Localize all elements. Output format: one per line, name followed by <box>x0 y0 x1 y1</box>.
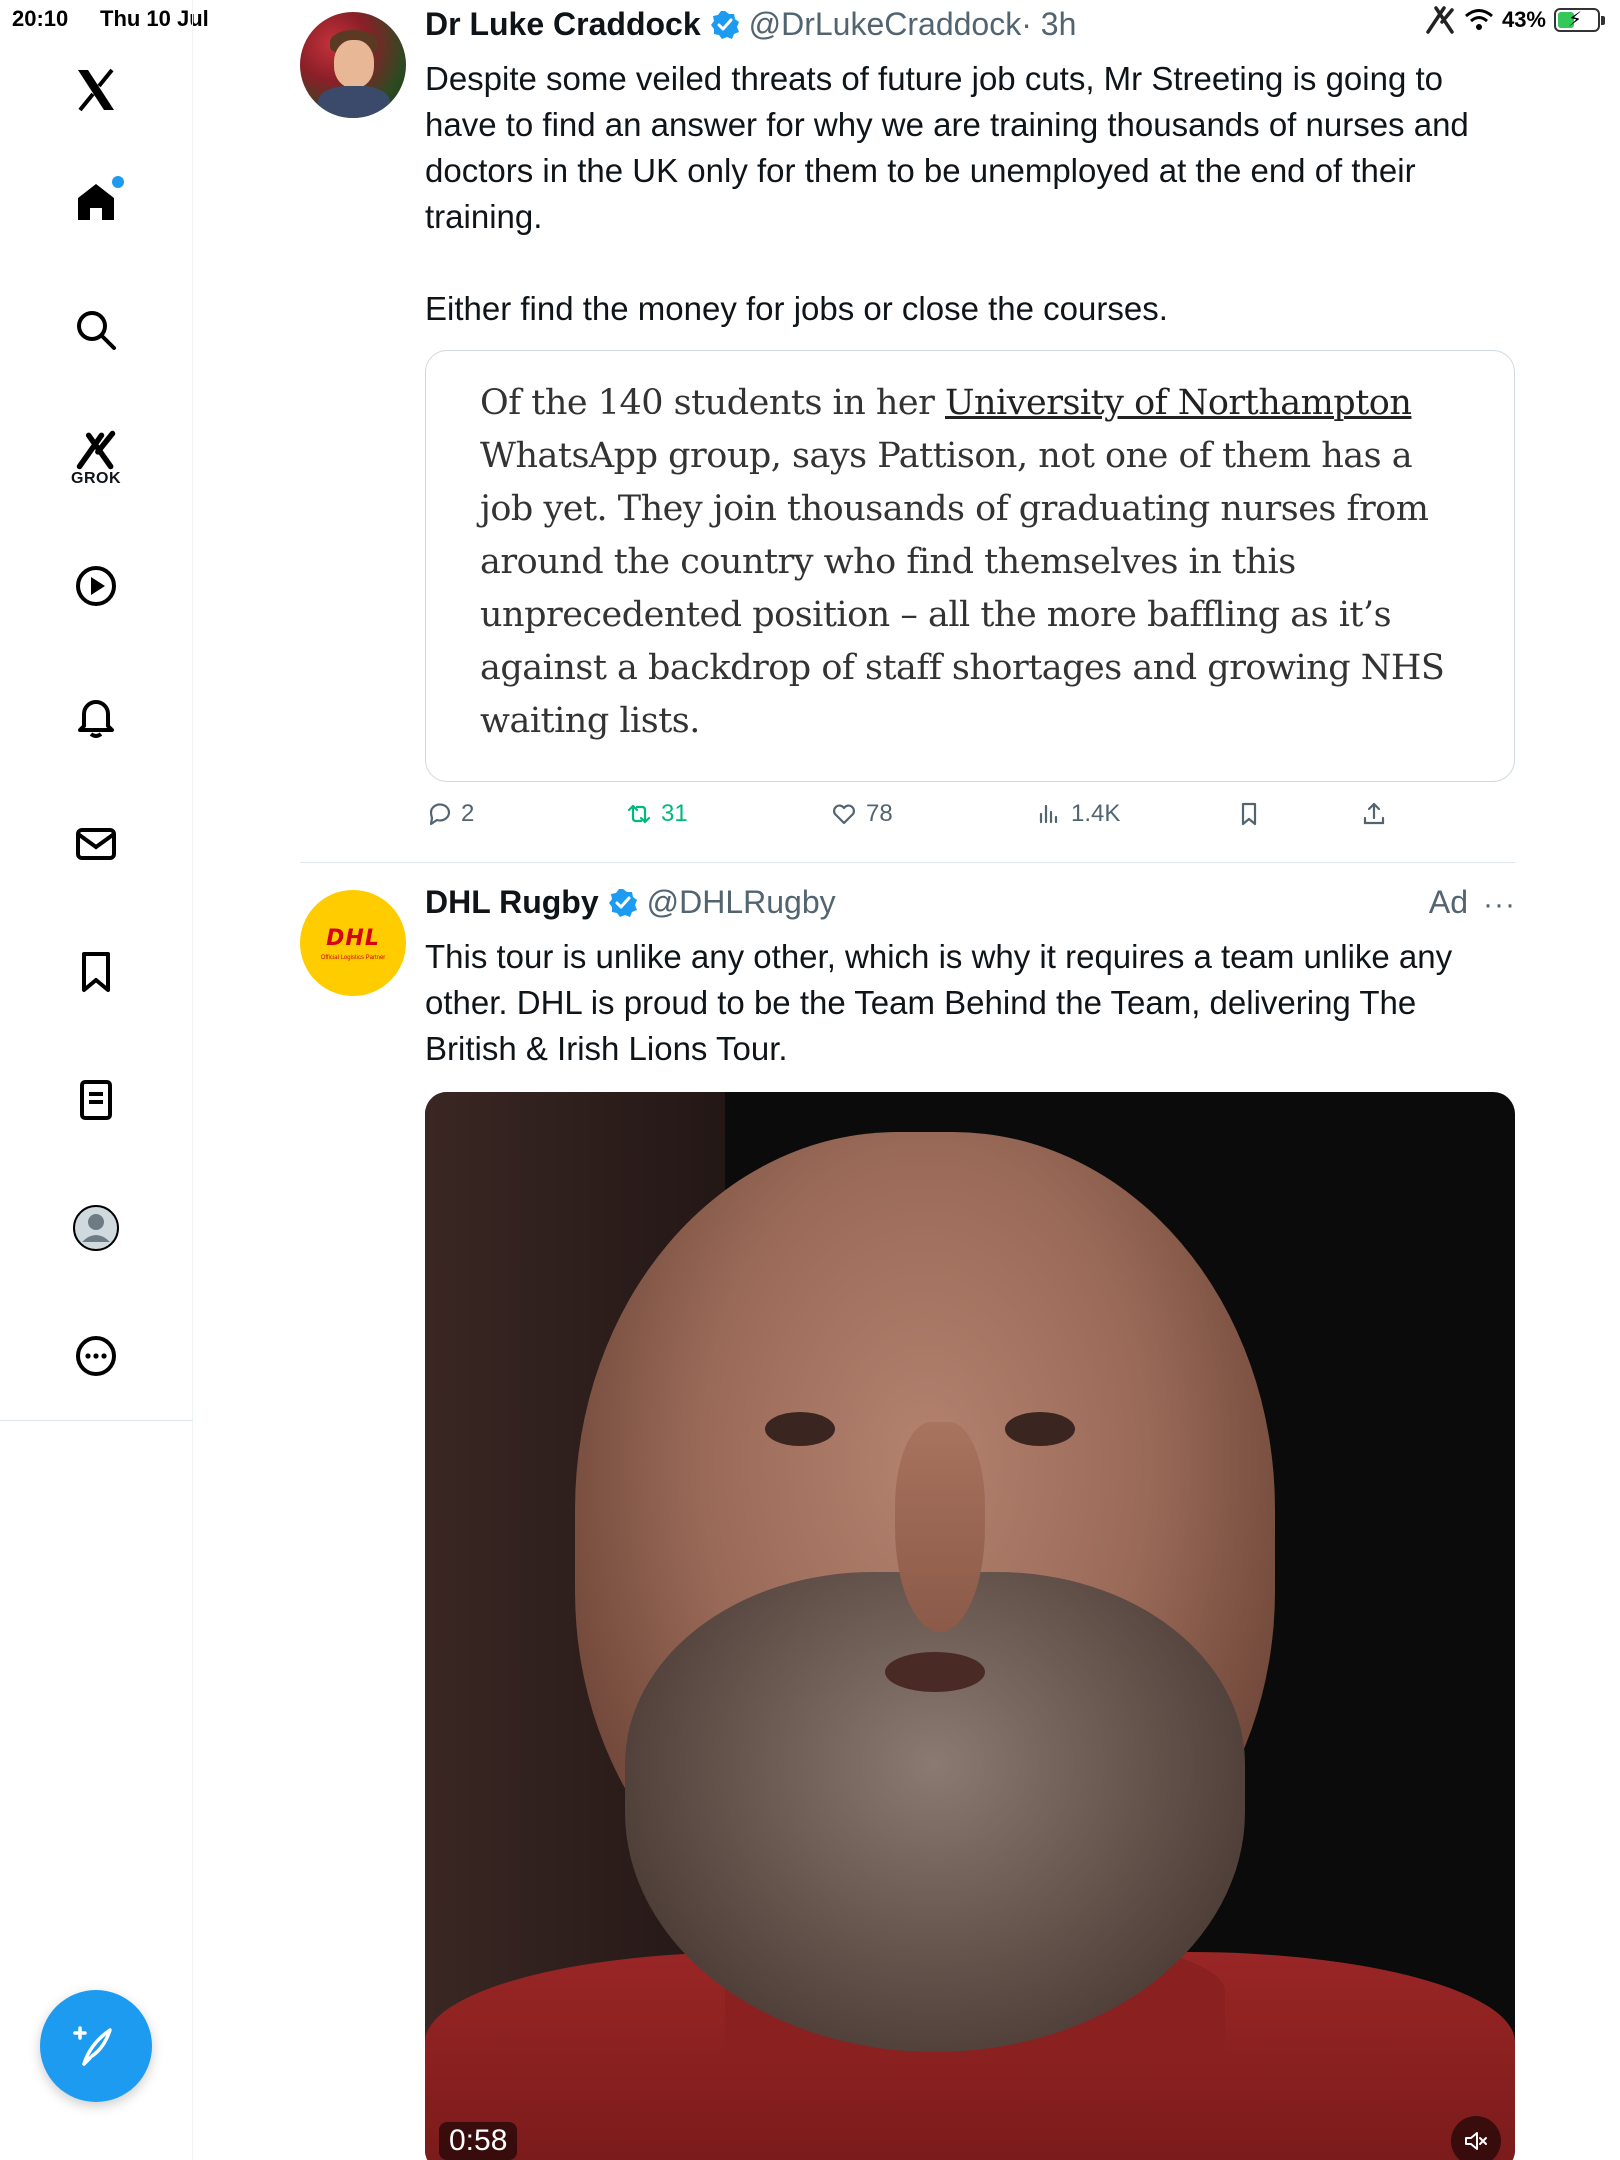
video-player[interactable]: 0:58 <box>425 1092 1515 2160</box>
author-handle[interactable]: @DrLukeCraddock <box>749 6 1022 43</box>
x-logo-icon[interactable] <box>62 56 130 124</box>
quote-text-part: WhatsApp group, says Pattison, not one o… <box>480 436 1445 741</box>
tweet-text-line: This tour is unlike any other, which is … <box>425 938 1453 975</box>
repost-button[interactable]: 31 <box>625 800 688 828</box>
tweet-text-line: doctors in the UK only for them to be un… <box>425 152 1416 189</box>
muted-speaker-icon <box>1465 2132 1487 2150</box>
avatar[interactable] <box>300 12 406 118</box>
dhl-tagline: Official Logistics Partner <box>320 954 386 961</box>
ad-label: Ad <box>1428 884 1468 920</box>
sidebar-divider <box>0 1420 193 1421</box>
tweet-text-line: British & Irish Lions Tour. <box>425 1030 788 1067</box>
author-name[interactable]: DHL Rugby <box>425 884 599 921</box>
search-icon[interactable] <box>62 296 130 364</box>
views-count: 1.4K <box>1071 800 1121 827</box>
grok-app-icon <box>1426 6 1454 34</box>
bookmark-icon <box>1241 802 1257 826</box>
tweet-text-line: Despite some veiled threats of future jo… <box>425 60 1444 97</box>
sidebar: GROK <box>0 0 193 2160</box>
grok-icon[interactable]: GROK <box>62 424 130 492</box>
tweet-time: · 3h <box>1021 6 1077 42</box>
video-play-icon[interactable] <box>62 552 130 620</box>
avatar[interactable]: DHL Official Logistics Partner <box>300 890 406 996</box>
reply-button[interactable]: 2 <box>425 800 474 828</box>
author-name[interactable]: Dr Luke Craddock <box>425 6 701 43</box>
compose-post-icon <box>73 2026 112 2066</box>
status-icons: 43% ⚡ <box>1424 4 1605 36</box>
tweet-text-line: Either find the money for jobs or close … <box>425 290 1168 327</box>
share-button[interactable] <box>1360 800 1388 828</box>
tweet-text-line: training. <box>425 198 543 235</box>
wifi-icon <box>1464 9 1493 30</box>
quote-link: University of Northampton <box>945 383 1412 423</box>
tweet-actions: 2 31 78 1.4K <box>425 800 1425 836</box>
tweet-header: Dr Luke Craddock @DrLukeCraddock · 3h <box>425 6 1076 43</box>
repost-count: 31 <box>661 800 688 827</box>
bell-icon[interactable] <box>62 682 130 750</box>
grok-label: GROK <box>71 470 121 487</box>
verified-badge-icon <box>608 888 637 917</box>
reply-icon <box>429 803 451 826</box>
author-handle[interactable]: @DHLRugby <box>647 884 836 921</box>
quote-image-card[interactable]: Of the 140 students in her University of… <box>425 350 1515 782</box>
repost-icon <box>627 804 651 824</box>
video-duration: 0:58 <box>439 2122 518 2160</box>
tweet-text-line: have to find an answer for why we are tr… <box>425 106 1469 143</box>
tweet-text: This tour is unlike any other, which is … <box>425 934 1515 1072</box>
like-button[interactable]: 78 <box>830 800 893 828</box>
views-button[interactable]: 1.4K <box>1035 800 1120 828</box>
bookmark-button[interactable] <box>1235 800 1263 828</box>
heart-icon <box>833 804 855 825</box>
battery-percent: 43% <box>1501 7 1546 32</box>
tweet-text: Despite some veiled threats of future jo… <box>425 56 1515 332</box>
verified-badge-icon <box>710 10 739 39</box>
quote-text-part: Of the 140 students in her <box>480 383 945 423</box>
analytics-icon <box>1039 804 1058 824</box>
quote-text: Of the 140 students in her University of… <box>480 377 1460 748</box>
mute-button[interactable] <box>1451 2116 1501 2160</box>
battery-charging-icon: ⚡ <box>1554 8 1605 32</box>
mail-icon[interactable] <box>62 810 130 878</box>
compose-post-button[interactable] <box>40 1990 152 2102</box>
more-circle-icon[interactable] <box>62 1322 130 1390</box>
tweet-separator <box>300 862 1515 863</box>
like-count: 78 <box>866 800 893 827</box>
profile-avatar-icon[interactable] <box>62 1194 130 1262</box>
reply-count: 2 <box>461 800 475 827</box>
dhl-logo: DHL <box>326 925 380 951</box>
notification-dot <box>112 176 124 188</box>
more-options-icon[interactable]: ··· <box>1483 888 1516 922</box>
list-icon[interactable] <box>62 1066 130 1134</box>
tweet-header: DHL Rugby @DHLRugby <box>425 884 836 921</box>
share-icon <box>1363 802 1385 825</box>
tweet-text-line: other. DHL is proud to be the Team Behin… <box>425 984 1417 1021</box>
bookmark-icon[interactable] <box>62 938 130 1006</box>
home-icon[interactable] <box>62 168 130 236</box>
